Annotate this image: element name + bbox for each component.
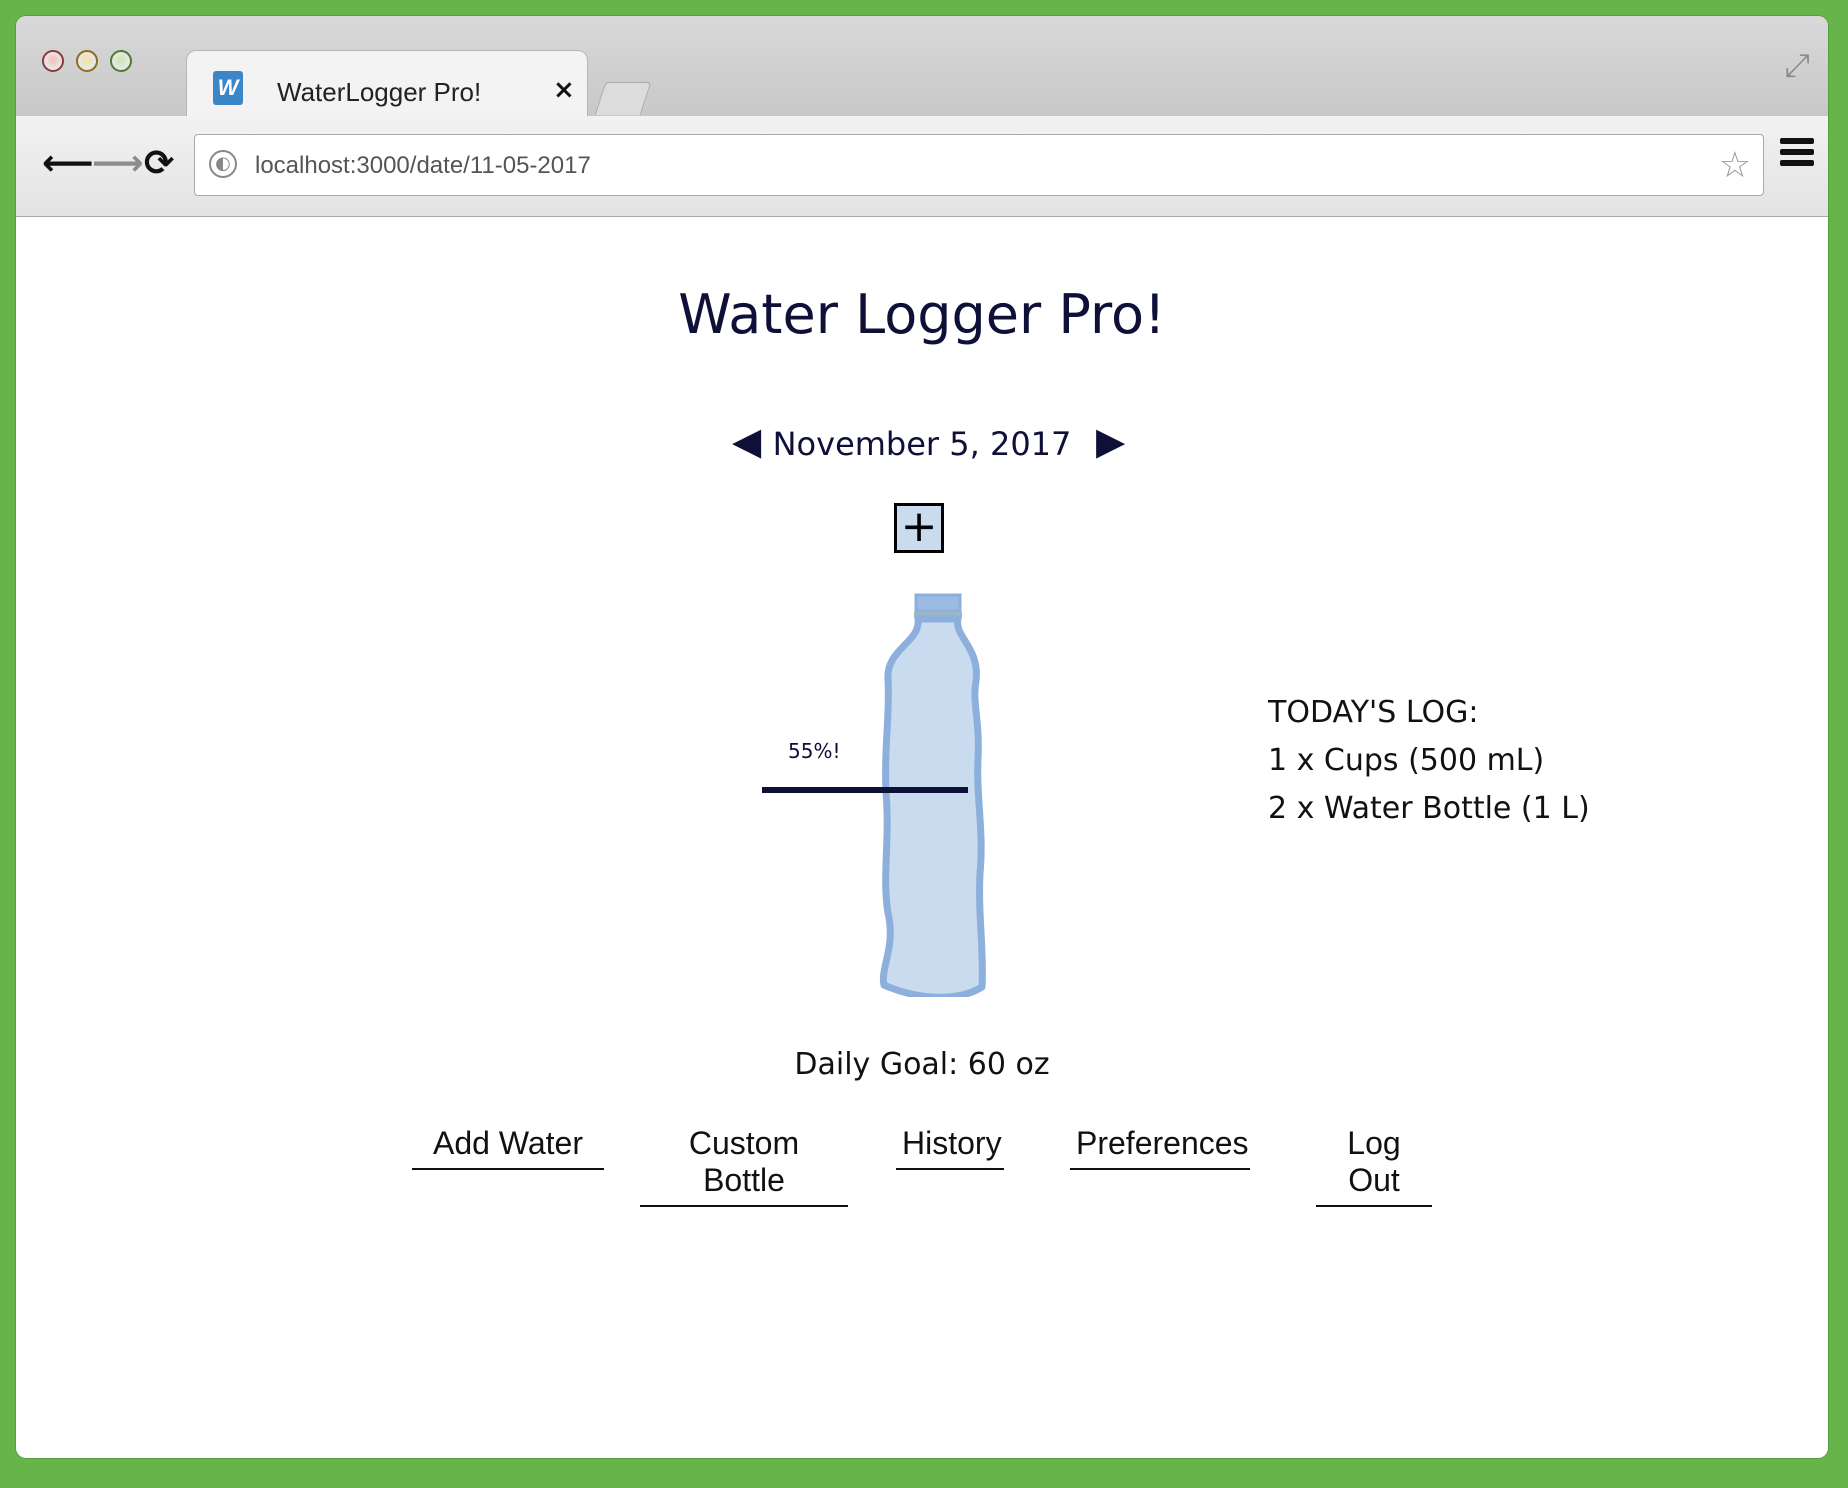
preferences-link[interactable]: Preferences xyxy=(1070,1125,1250,1170)
reload-icon[interactable]: ⟳ xyxy=(144,146,174,182)
browser-window: W WaterLogger Pro! × ⤢ ⟵ ⟶ ⟳ ◐ localhost… xyxy=(16,16,1828,1458)
progress-percent-label: 55%! xyxy=(788,739,841,763)
todays-log: TODAY'S LOG: 1 x Cups (500 mL) 2 x Water… xyxy=(1268,689,1590,833)
page-title: Water Logger Pro! xyxy=(678,283,1166,346)
daily-goal: Daily Goal: 60 oz xyxy=(794,1047,1050,1082)
tab-bar: W WaterLogger Pro! × ⤢ xyxy=(16,16,1828,121)
menu-icon[interactable] xyxy=(1780,138,1814,171)
globe-icon: ◐ xyxy=(209,150,237,178)
page-content: Water Logger Pro! ◀ November 5, 2017 ▶ +… xyxy=(16,217,1828,1458)
water-bottle-graphic xyxy=(866,587,986,1001)
favicon-icon: W xyxy=(213,71,243,105)
new-tab-button[interactable] xyxy=(594,82,652,115)
progress-goal-line xyxy=(762,787,968,793)
history-link[interactable]: History xyxy=(896,1125,1004,1170)
browser-tab[interactable]: W WaterLogger Pro! × xyxy=(186,50,588,121)
bookmark-star-icon[interactable]: ☆ xyxy=(1719,145,1751,186)
current-date: November 5, 2017 xyxy=(772,425,1072,463)
url-text[interactable]: localhost:3000/date/11-05-2017 xyxy=(255,152,591,180)
log-heading: TODAY'S LOG: xyxy=(1268,695,1479,730)
fullscreen-icon[interactable]: ⤢ xyxy=(1784,46,1810,85)
window-controls xyxy=(42,50,132,72)
next-day-arrow-icon[interactable]: ▶ xyxy=(1096,419,1125,463)
custom-bottle-link[interactable]: Custom Bottle xyxy=(640,1125,848,1207)
tab-close-icon[interactable]: × xyxy=(553,75,575,105)
add-water-link[interactable]: Add Water xyxy=(412,1125,604,1170)
browser-toolbar: ⟵ ⟶ ⟳ ◐ localhost:3000/date/11-05-2017 ☆ xyxy=(16,116,1828,217)
log-item: 2 x Water Bottle (1 L) xyxy=(1268,791,1590,826)
zoom-window-button[interactable] xyxy=(110,50,132,72)
log-out-link[interactable]: Log Out xyxy=(1316,1125,1432,1207)
back-arrow-icon[interactable]: ⟵ xyxy=(42,146,94,182)
add-water-plus-button[interactable]: + xyxy=(894,503,944,553)
log-item: 1 x Cups (500 mL) xyxy=(1268,743,1545,778)
forward-arrow-icon[interactable]: ⟶ xyxy=(92,146,144,182)
address-bar[interactable]: ◐ localhost:3000/date/11-05-2017 ☆ xyxy=(194,134,1764,196)
tab-title: WaterLogger Pro! xyxy=(277,77,482,107)
close-window-button[interactable] xyxy=(42,50,64,72)
bottom-nav: Add Water Custom Bottle History Preferen… xyxy=(16,1115,1828,1207)
minimize-window-button[interactable] xyxy=(76,50,98,72)
